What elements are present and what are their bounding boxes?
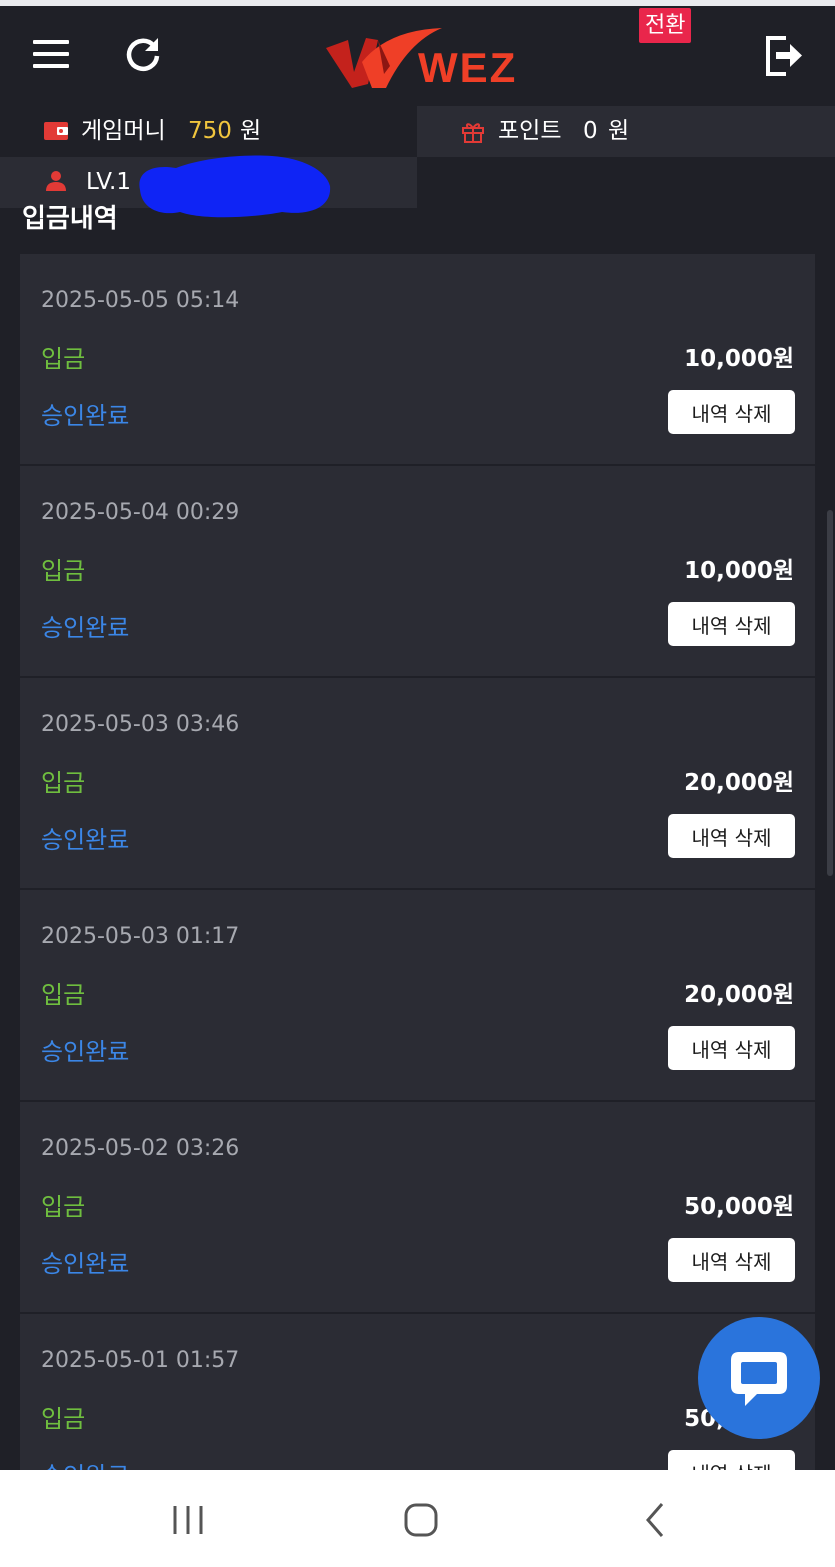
deposit-amount: 20,000원 (684, 770, 794, 796)
chat-button[interactable] (698, 1317, 820, 1439)
deposit-amount: 50,000원 (684, 1194, 794, 1220)
menu-icon[interactable] (33, 40, 69, 68)
deposit-type: 입금 (41, 769, 86, 797)
deposit-type: 입금 (41, 1193, 86, 1221)
point-value: 0 (583, 118, 598, 144)
point-cell: 포인트 0 원 (417, 106, 835, 157)
back-icon (646, 1503, 664, 1537)
deposit-date: 2025-05-01 01:57 (41, 1348, 240, 1373)
delete-history-button[interactable]: 내역 삭제 (668, 814, 795, 858)
recent-apps-icon (173, 1506, 203, 1534)
deposit-card: 2025-05-05 05:14 입금 10,000원승인완료 내역 삭제 (20, 254, 815, 466)
delete-history-button[interactable]: 내역 삭제 (668, 602, 795, 646)
deposit-card: 2025-05-03 01:17 입금 20,000원승인완료 내역 삭제 (20, 890, 815, 1102)
deposit-status: 승인완료 (41, 1038, 130, 1066)
deposit-status: 승인완료 (41, 826, 130, 854)
refresh-icon[interactable] (122, 34, 164, 76)
home-button[interactable] (365, 1470, 475, 1567)
deposit-date: 2025-05-03 03:46 (41, 712, 240, 737)
system-nav-bar (0, 1470, 835, 1567)
logout-icon[interactable] (764, 34, 804, 78)
brand-logo[interactable]: WEZ (322, 22, 522, 96)
deposit-type: 입금 (41, 1405, 86, 1433)
user-icon (46, 171, 66, 191)
deposit-amount: 10,000원 (684, 558, 794, 584)
deposit-date: 2025-05-03 01:17 (41, 924, 240, 949)
page-title: 입금내역 (22, 204, 118, 234)
deposit-date: 2025-05-05 05:14 (41, 288, 240, 313)
deposit-card: 2025-05-03 03:46 입금 20,000원승인완료 내역 삭제 (20, 678, 815, 890)
deposit-status: 승인완료 (41, 402, 130, 430)
delete-history-button[interactable]: 내역 삭제 (668, 1026, 795, 1070)
delete-history-button[interactable]: 내역 삭제 (668, 390, 795, 434)
brand-logo-text: WEZ (418, 44, 517, 91)
deposit-date: 2025-05-04 00:29 (41, 500, 240, 525)
deposit-status: 승인완료 (41, 614, 130, 642)
deposit-card: 2025-05-04 00:29 입금 10,000원승인완료 내역 삭제 (20, 466, 815, 678)
deposit-amount: 10,000원 (684, 346, 794, 372)
redaction-mark (139, 155, 331, 218)
wallet-icon (44, 122, 68, 140)
point-label: 포인트 (498, 118, 562, 144)
top-header: WEZ (0, 6, 835, 106)
deposit-type: 입금 (41, 981, 86, 1009)
delete-history-button[interactable]: 내역 삭제 (668, 1238, 795, 1282)
wallet-bar: 게임머니 750 원 포인트 0 원 LV.1 (0, 106, 835, 208)
deposit-type: 입금 (41, 557, 86, 585)
deposit-type: 입금 (41, 345, 86, 373)
home-icon (404, 1503, 438, 1537)
recent-apps-button[interactable] (132, 1470, 242, 1567)
deposit-status: 승인완료 (41, 1250, 130, 1278)
scrollbar[interactable] (827, 510, 833, 876)
point-convert-button[interactable]: 전환 (639, 8, 692, 43)
point-unit: 원 (608, 118, 630, 144)
deposit-card: 2025-05-02 03:26 입금 50,000원승인완료 내역 삭제 (20, 1102, 815, 1314)
chat-bubble-icon (731, 1352, 787, 1406)
deposit-amount: 20,000원 (684, 982, 794, 1008)
deposit-list: 2025-05-05 05:14 입금 10,000원 승인완료 내역 삭제 2025-0… (20, 254, 815, 1526)
back-button[interactable] (600, 1470, 710, 1567)
deposit-date: 2025-05-02 03:26 (41, 1136, 240, 1161)
gift-icon (462, 123, 484, 143)
